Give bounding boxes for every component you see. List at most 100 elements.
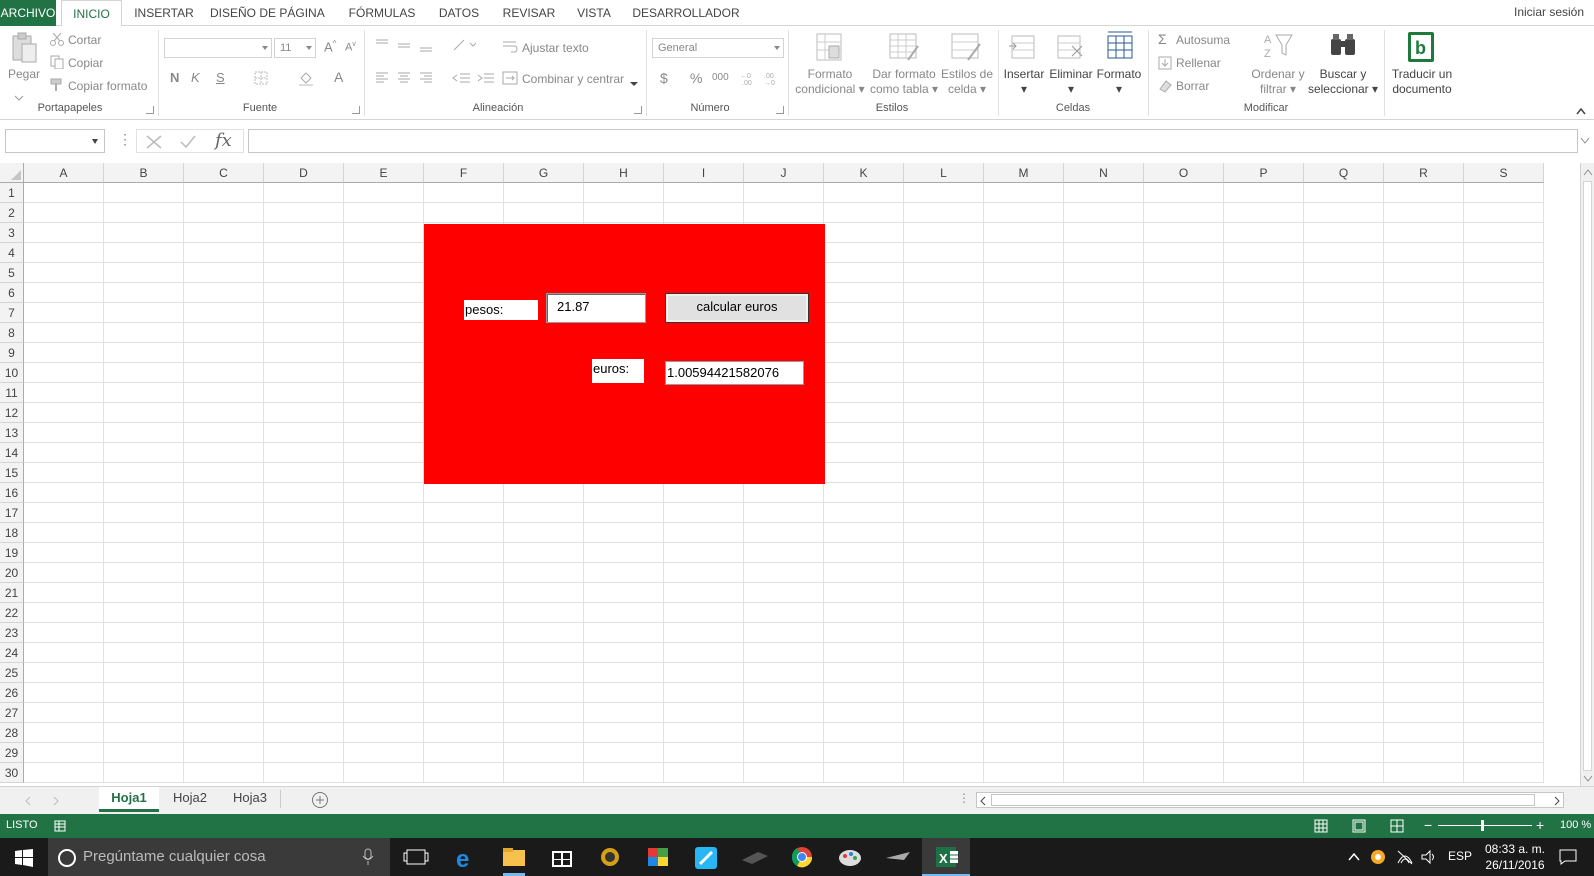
column-header-e[interactable]: E <box>344 163 424 183</box>
cortana-search-box[interactable]: Pregúntame cualquier cosa <box>48 838 390 876</box>
pesos-input[interactable]: 21.87 <box>546 293 646 323</box>
row-header-7[interactable]: 7 <box>0 303 24 323</box>
horizontal-scrollbar[interactable] <box>976 792 1564 808</box>
clipboard-launcher-icon[interactable] <box>146 106 154 114</box>
column-header-q[interactable]: Q <box>1304 163 1384 183</box>
expand-formula-icon[interactable] <box>1580 137 1590 145</box>
format-painter-button[interactable]: Copiar formato <box>68 79 147 93</box>
chevron-down-icon[interactable] <box>630 76 638 86</box>
font-size-combo[interactable]: 11 <box>274 38 316 58</box>
tab-developer[interactable]: DESARROLLADOR <box>630 0 742 26</box>
macro-record-icon[interactable] <box>54 820 66 832</box>
task-view-icon[interactable] <box>392 838 440 876</box>
format-as-table-button[interactable]: Dar formato como tabla ▾ <box>866 67 942 97</box>
app-icon-device[interactable] <box>730 838 778 876</box>
volume-icon[interactable] <box>1420 849 1438 865</box>
column-header-k[interactable]: K <box>824 163 904 183</box>
select-all-corner[interactable] <box>0 163 24 183</box>
sort-filter-button[interactable]: Ordenar y filtrar ▾ <box>1246 67 1310 97</box>
row-header-24[interactable]: 24 <box>0 643 24 663</box>
translate-document-button[interactable]: Traducir un documento <box>1384 67 1460 97</box>
row-header-8[interactable]: 8 <box>0 323 24 343</box>
clear-button[interactable]: Borrar <box>1176 79 1209 93</box>
insert-cells-button[interactable]: Insertar ▾ <box>1002 67 1046 97</box>
row-header-2[interactable]: 2 <box>0 203 24 223</box>
scroll-track[interactable] <box>1583 181 1592 771</box>
cut-button[interactable]: Cortar <box>68 33 101 47</box>
file-explorer-icon[interactable] <box>490 838 538 876</box>
column-header-o[interactable]: O <box>1144 163 1224 183</box>
scroll-right-icon[interactable] <box>1553 796 1561 806</box>
tab-insert[interactable]: INSERTAR <box>129 0 199 26</box>
scroll-up-icon[interactable] <box>1583 169 1593 176</box>
column-header-a[interactable]: A <box>24 163 104 183</box>
row-header-19[interactable]: 19 <box>0 543 24 563</box>
vertical-scrollbar[interactable] <box>1580 163 1594 786</box>
app-icon-colorful[interactable] <box>634 838 682 876</box>
vertical-align-icons[interactable] <box>374 38 438 52</box>
formula-input[interactable] <box>248 129 1578 153</box>
app-icon-rocket[interactable] <box>682 838 730 876</box>
row-header-30[interactable]: 30 <box>0 763 24 783</box>
copy-button[interactable]: Copiar <box>68 56 103 70</box>
page-break-view-icon[interactable] <box>1390 819 1404 833</box>
insert-function-icon[interactable]: fx <box>215 130 232 151</box>
row-header-25[interactable]: 25 <box>0 663 24 683</box>
tab-page-layout[interactable]: DISEÑO DE PÁGINA <box>210 0 325 26</box>
column-header-f[interactable]: F <box>424 163 504 183</box>
paste-button[interactable]: Pegar <box>6 67 42 82</box>
store-icon[interactable] <box>538 838 586 876</box>
next-sheet-icon[interactable] <box>52 796 60 806</box>
column-header-l[interactable]: L <box>904 163 984 183</box>
tab-data[interactable]: DATOS <box>432 0 486 26</box>
page-layout-view-icon[interactable] <box>1352 819 1366 833</box>
row-header-21[interactable]: 21 <box>0 583 24 603</box>
prev-sheet-icon[interactable] <box>24 796 32 806</box>
sheet-tab-hoja2[interactable]: Hoja2 <box>162 787 218 811</box>
cancel-icon[interactable] <box>145 134 163 150</box>
row-header-10[interactable]: 10 <box>0 363 24 383</box>
tab-file[interactable]: ARCHIVO <box>0 0 56 26</box>
excel-taskbar-icon[interactable]: X <box>922 838 970 876</box>
alignment-launcher-icon[interactable] <box>634 106 642 114</box>
column-header-c[interactable]: C <box>184 163 264 183</box>
font-name-combo[interactable] <box>164 38 272 58</box>
orientation-icon[interactable] <box>452 38 477 52</box>
wrap-text-button[interactable]: Ajustar texto <box>522 41 589 55</box>
zoom-out-icon[interactable]: − <box>1424 817 1432 833</box>
chevron-down-icon[interactable] <box>92 139 98 144</box>
column-header-g[interactable]: G <box>504 163 584 183</box>
row-header-22[interactable]: 22 <box>0 603 24 623</box>
scroll-left-icon[interactable] <box>979 796 987 806</box>
row-header-23[interactable]: 23 <box>0 623 24 643</box>
row-header-28[interactable]: 28 <box>0 723 24 743</box>
currency-button[interactable]: $ <box>660 70 668 86</box>
chrome-icon[interactable] <box>778 838 826 876</box>
find-select-button[interactable]: Buscar y seleccionar ▾ <box>1306 67 1380 97</box>
normal-view-icon[interactable] <box>1314 819 1328 833</box>
app-icon-plane[interactable] <box>874 838 922 876</box>
row-header-29[interactable]: 29 <box>0 743 24 763</box>
action-center-icon[interactable] <box>1559 849 1577 865</box>
row-header-1[interactable]: 1 <box>0 183 24 203</box>
column-header-m[interactable]: M <box>984 163 1064 183</box>
zoom-slider[interactable] <box>1438 825 1532 826</box>
more-options-icon[interactable]: ⋮ <box>958 791 970 805</box>
row-header-6[interactable]: 6 <box>0 283 24 303</box>
row-header-16[interactable]: 16 <box>0 483 24 503</box>
name-box[interactable] <box>5 129 105 153</box>
show-hidden-icons-icon[interactable] <box>1348 852 1360 862</box>
row-header-9[interactable]: 9 <box>0 343 24 363</box>
row-header-5[interactable]: 5 <box>0 263 24 283</box>
grow-font-icon[interactable]: A^ <box>324 39 336 54</box>
scroll-down-icon[interactable] <box>1583 775 1593 782</box>
indent-icons[interactable] <box>452 72 494 84</box>
tray-app-icon[interactable] <box>1370 849 1386 865</box>
calculate-euros-button[interactable]: calcular euros <box>665 293 809 323</box>
italic-button[interactable]: K <box>191 70 200 85</box>
row-header-14[interactable]: 14 <box>0 443 24 463</box>
horizontal-align-icons[interactable] <box>374 72 438 84</box>
shrink-font-icon[interactable]: Av <box>345 41 356 54</box>
row-header-18[interactable]: 18 <box>0 523 24 543</box>
enter-check-icon[interactable] <box>179 134 197 150</box>
